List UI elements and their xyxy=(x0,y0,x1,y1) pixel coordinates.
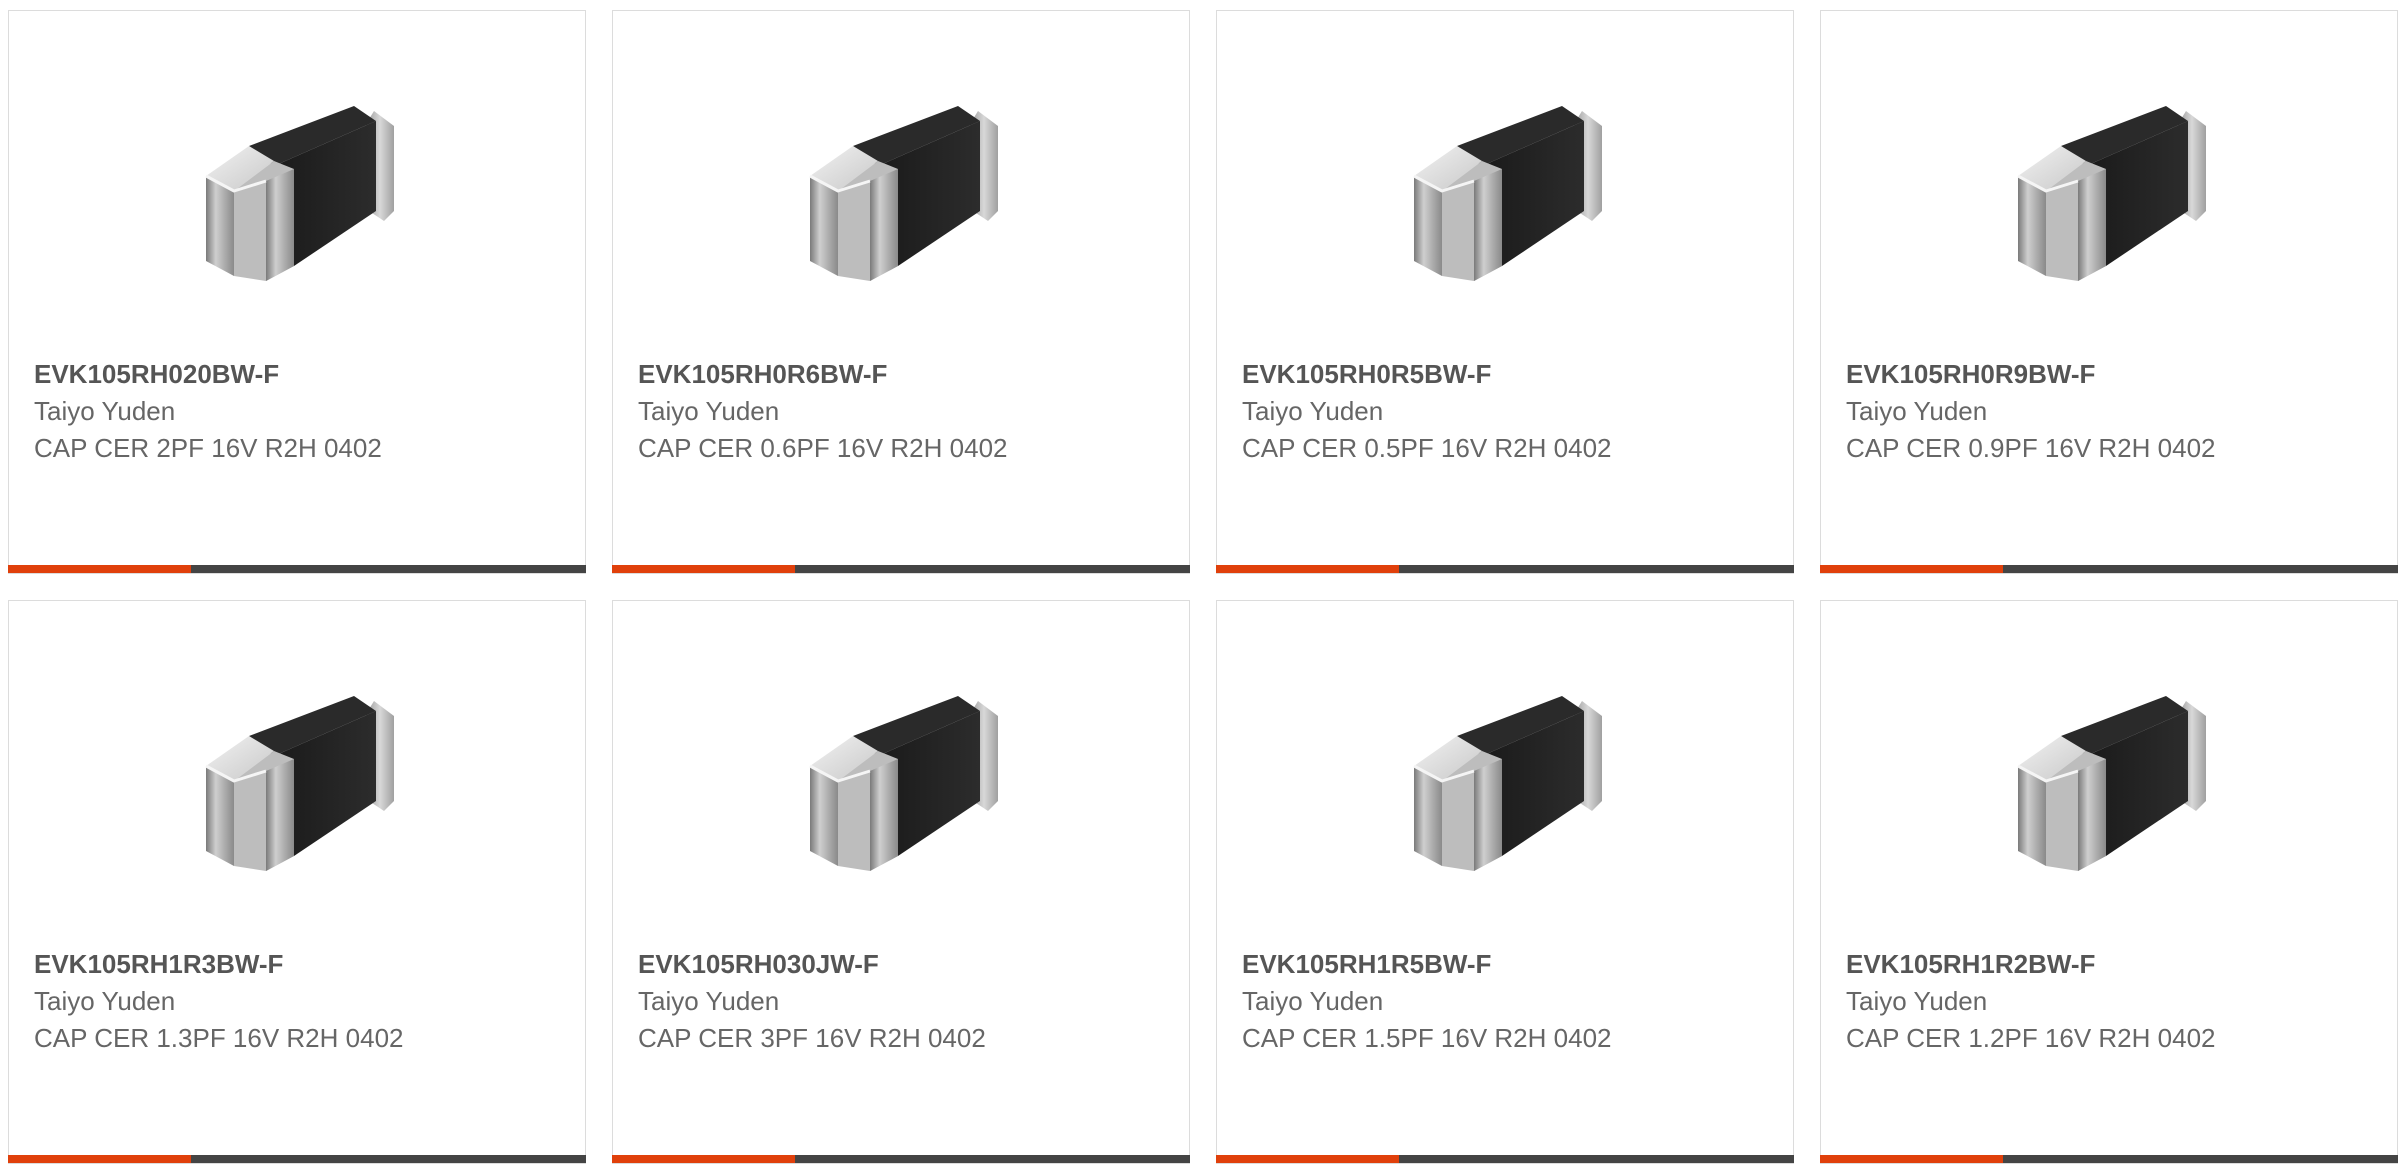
card-accent-bar xyxy=(1216,1155,1794,1163)
card-accent-bar xyxy=(612,565,1190,573)
description: CAP CER 1.2PF 16V R2H 0402 xyxy=(1846,1023,2216,1053)
chip-capacitor-image xyxy=(1402,671,1612,881)
part-number[interactable]: EVK105RH1R2BW-F xyxy=(1846,945,2377,983)
manufacturer: Taiyo Yuden xyxy=(1846,396,1988,426)
manufacturer: Taiyo Yuden xyxy=(34,396,176,426)
chip-capacitor-image xyxy=(194,81,404,291)
chip-capacitor-image xyxy=(1402,81,1612,291)
description: CAP CER 0.6PF 16V R2H 0402 xyxy=(638,433,1008,463)
card-accent-bar xyxy=(612,1155,1190,1163)
product-card[interactable]: EVK105RH030JW-F Taiyo Yuden CAP CER 3PF … xyxy=(612,600,1190,1164)
part-number[interactable]: EVK105RH030JW-F xyxy=(638,945,1169,983)
description: CAP CER 0.9PF 16V R2H 0402 xyxy=(1846,433,2216,463)
product-card[interactable]: EVK105RH1R5BW-F Taiyo Yuden CAP CER 1.5P… xyxy=(1216,600,1794,1164)
description: CAP CER 2PF 16V R2H 0402 xyxy=(34,433,382,463)
description: CAP CER 0.5PF 16V R2H 0402 xyxy=(1242,433,1612,463)
description: CAP CER 1.5PF 16V R2H 0402 xyxy=(1242,1023,1612,1053)
product-card[interactable]: EVK105RH0R6BW-F Taiyo Yuden CAP CER 0.6P… xyxy=(612,10,1190,574)
manufacturer: Taiyo Yuden xyxy=(1846,986,1988,1016)
manufacturer: Taiyo Yuden xyxy=(1242,396,1384,426)
card-accent-bar xyxy=(8,565,586,573)
manufacturer: Taiyo Yuden xyxy=(638,396,780,426)
chip-capacitor-image xyxy=(194,671,404,881)
manufacturer: Taiyo Yuden xyxy=(1242,986,1384,1016)
card-accent-bar xyxy=(1820,565,2398,573)
description: CAP CER 3PF 16V R2H 0402 xyxy=(638,1023,986,1053)
chip-capacitor-image xyxy=(2006,81,2216,291)
part-number[interactable]: EVK105RH020BW-F xyxy=(34,355,565,393)
manufacturer: Taiyo Yuden xyxy=(34,986,176,1016)
card-accent-bar xyxy=(1820,1155,2398,1163)
part-number[interactable]: EVK105RH0R6BW-F xyxy=(638,355,1169,393)
part-number[interactable]: EVK105RH0R9BW-F xyxy=(1846,355,2377,393)
product-grid: EVK105RH020BW-F Taiyo Yuden CAP CER 2PF … xyxy=(8,10,2400,1164)
part-number[interactable]: EVK105RH0R5BW-F xyxy=(1242,355,1773,393)
manufacturer: Taiyo Yuden xyxy=(638,986,780,1016)
product-card[interactable]: EVK105RH0R9BW-F Taiyo Yuden CAP CER 0.9P… xyxy=(1820,10,2398,574)
product-card[interactable]: EVK105RH0R5BW-F Taiyo Yuden CAP CER 0.5P… xyxy=(1216,10,1794,574)
chip-capacitor-image xyxy=(798,671,1008,881)
chip-capacitor-image xyxy=(2006,671,2216,881)
product-card[interactable]: EVK105RH1R3BW-F Taiyo Yuden CAP CER 1.3P… xyxy=(8,600,586,1164)
description: CAP CER 1.3PF 16V R2H 0402 xyxy=(34,1023,404,1053)
product-card[interactable]: EVK105RH020BW-F Taiyo Yuden CAP CER 2PF … xyxy=(8,10,586,574)
chip-capacitor-image xyxy=(798,81,1008,291)
part-number[interactable]: EVK105RH1R5BW-F xyxy=(1242,945,1773,983)
product-card[interactable]: EVK105RH1R2BW-F Taiyo Yuden CAP CER 1.2P… xyxy=(1820,600,2398,1164)
card-accent-bar xyxy=(8,1155,586,1163)
card-accent-bar xyxy=(1216,565,1794,573)
part-number[interactable]: EVK105RH1R3BW-F xyxy=(34,945,565,983)
